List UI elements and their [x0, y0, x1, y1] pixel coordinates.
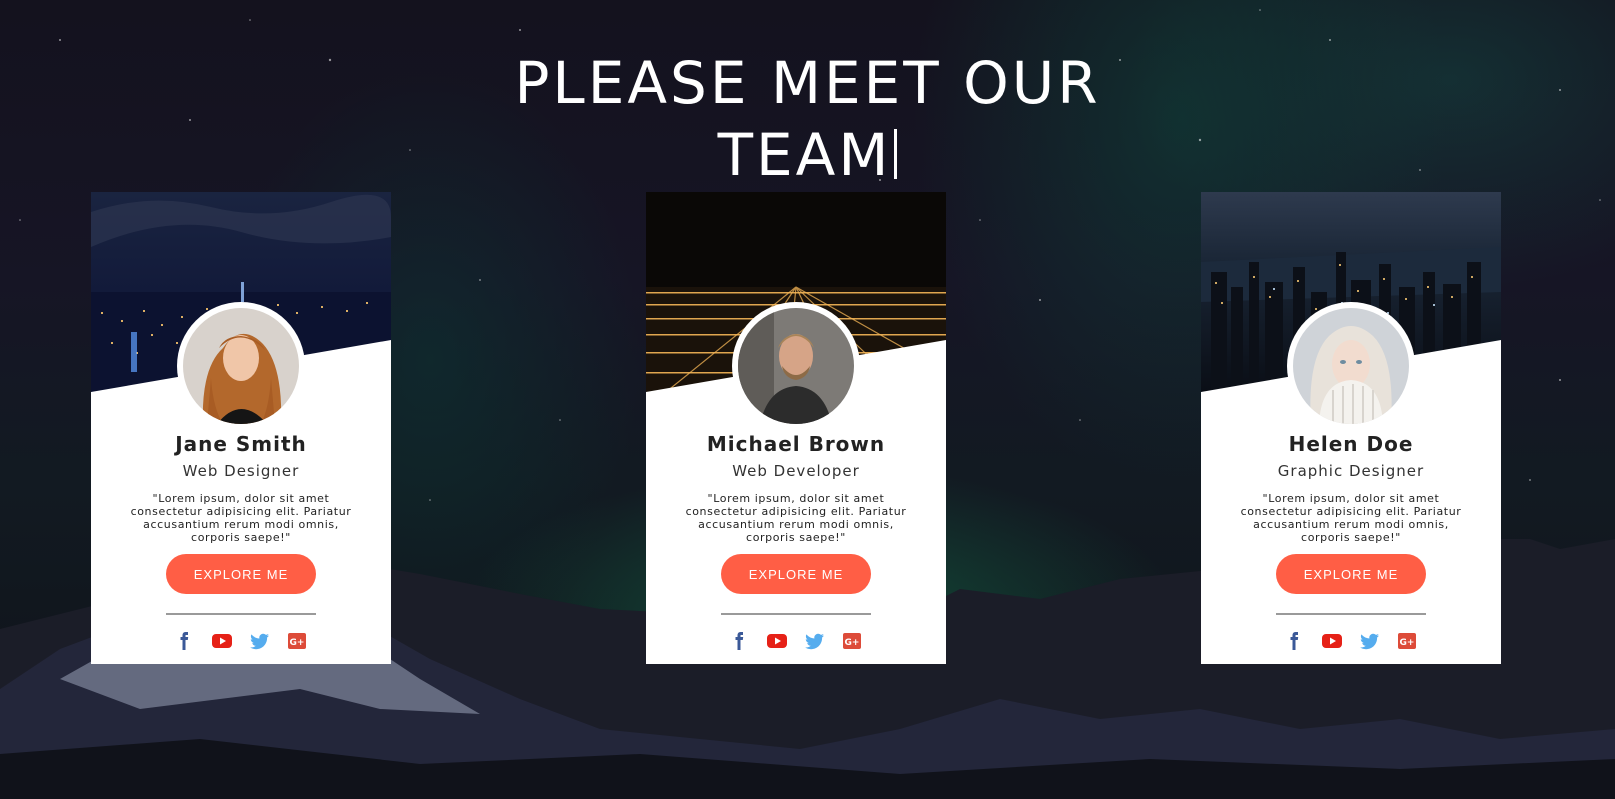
avatar — [183, 308, 299, 424]
avatar-frame — [732, 302, 860, 430]
youtube-icon[interactable] — [767, 632, 788, 650]
member-role: Graphic Designer — [1277, 462, 1425, 480]
section-title-line-1: PLEASE MEET OUR — [514, 48, 1101, 117]
explore-me-button[interactable]: EXPLORE ME — [1276, 554, 1426, 594]
explore-me-button[interactable]: EXPLORE ME — [721, 554, 871, 594]
member-quote: "Lorem ipsum, dolor sit amet consectetur… — [685, 492, 907, 544]
google-plus-icon[interactable]: G+ — [842, 632, 862, 650]
typing-caret — [894, 128, 898, 179]
facebook-icon[interactable] — [1285, 631, 1305, 650]
youtube-icon[interactable] — [1322, 632, 1343, 650]
facebook-icon[interactable] — [175, 631, 195, 650]
social-links: G+ — [1201, 630, 1501, 650]
member-role: Web Designer — [182, 462, 300, 480]
team-card-helen-doe: Helen Doe Graphic Designer "Lorem ipsum,… — [1201, 192, 1501, 664]
member-quote: "Lorem ipsum, dolor sit amet consectetur… — [1240, 492, 1462, 544]
team-card-jane-smith: Jane Smith Web Designer "Lorem ipsum, do… — [91, 192, 391, 664]
member-name: Helen Doe — [1288, 432, 1414, 456]
explore-me-button[interactable]: EXPLORE ME — [166, 554, 316, 594]
youtube-icon[interactable] — [212, 632, 233, 650]
member-name: Jane Smith — [175, 432, 307, 456]
google-plus-icon[interactable]: G+ — [1397, 632, 1417, 650]
social-links: G+ — [91, 630, 391, 650]
member-quote: "Lorem ipsum, dolor sit amet consectetur… — [130, 492, 352, 544]
google-plus-icon[interactable]: G+ — [287, 632, 307, 650]
twitter-icon[interactable] — [804, 632, 825, 650]
avatar-frame — [1287, 302, 1415, 430]
section-title-line-2: TEAM — [0, 119, 1615, 191]
member-name: Michael Brown — [706, 432, 886, 456]
facebook-icon[interactable] — [730, 631, 750, 650]
avatar — [1293, 308, 1409, 424]
twitter-icon[interactable] — [249, 632, 270, 650]
svg-text:G+: G+ — [1399, 638, 1414, 648]
svg-text:G+: G+ — [289, 638, 304, 648]
section-title-line-2-text: TEAM — [717, 120, 892, 189]
team-card-michael-brown: Michael Brown Web Developer "Lorem ipsum… — [646, 192, 946, 664]
member-role: Web Developer — [732, 462, 860, 480]
card-divider — [721, 613, 871, 615]
avatar-frame — [177, 302, 305, 430]
twitter-icon[interactable] — [1359, 632, 1380, 650]
svg-text:G+: G+ — [844, 638, 859, 648]
card-divider — [1276, 613, 1426, 615]
card-divider — [166, 613, 316, 615]
avatar — [738, 308, 854, 424]
section-title: PLEASE MEET OUR TEAM — [0, 47, 1615, 191]
social-links: G+ — [646, 630, 946, 650]
